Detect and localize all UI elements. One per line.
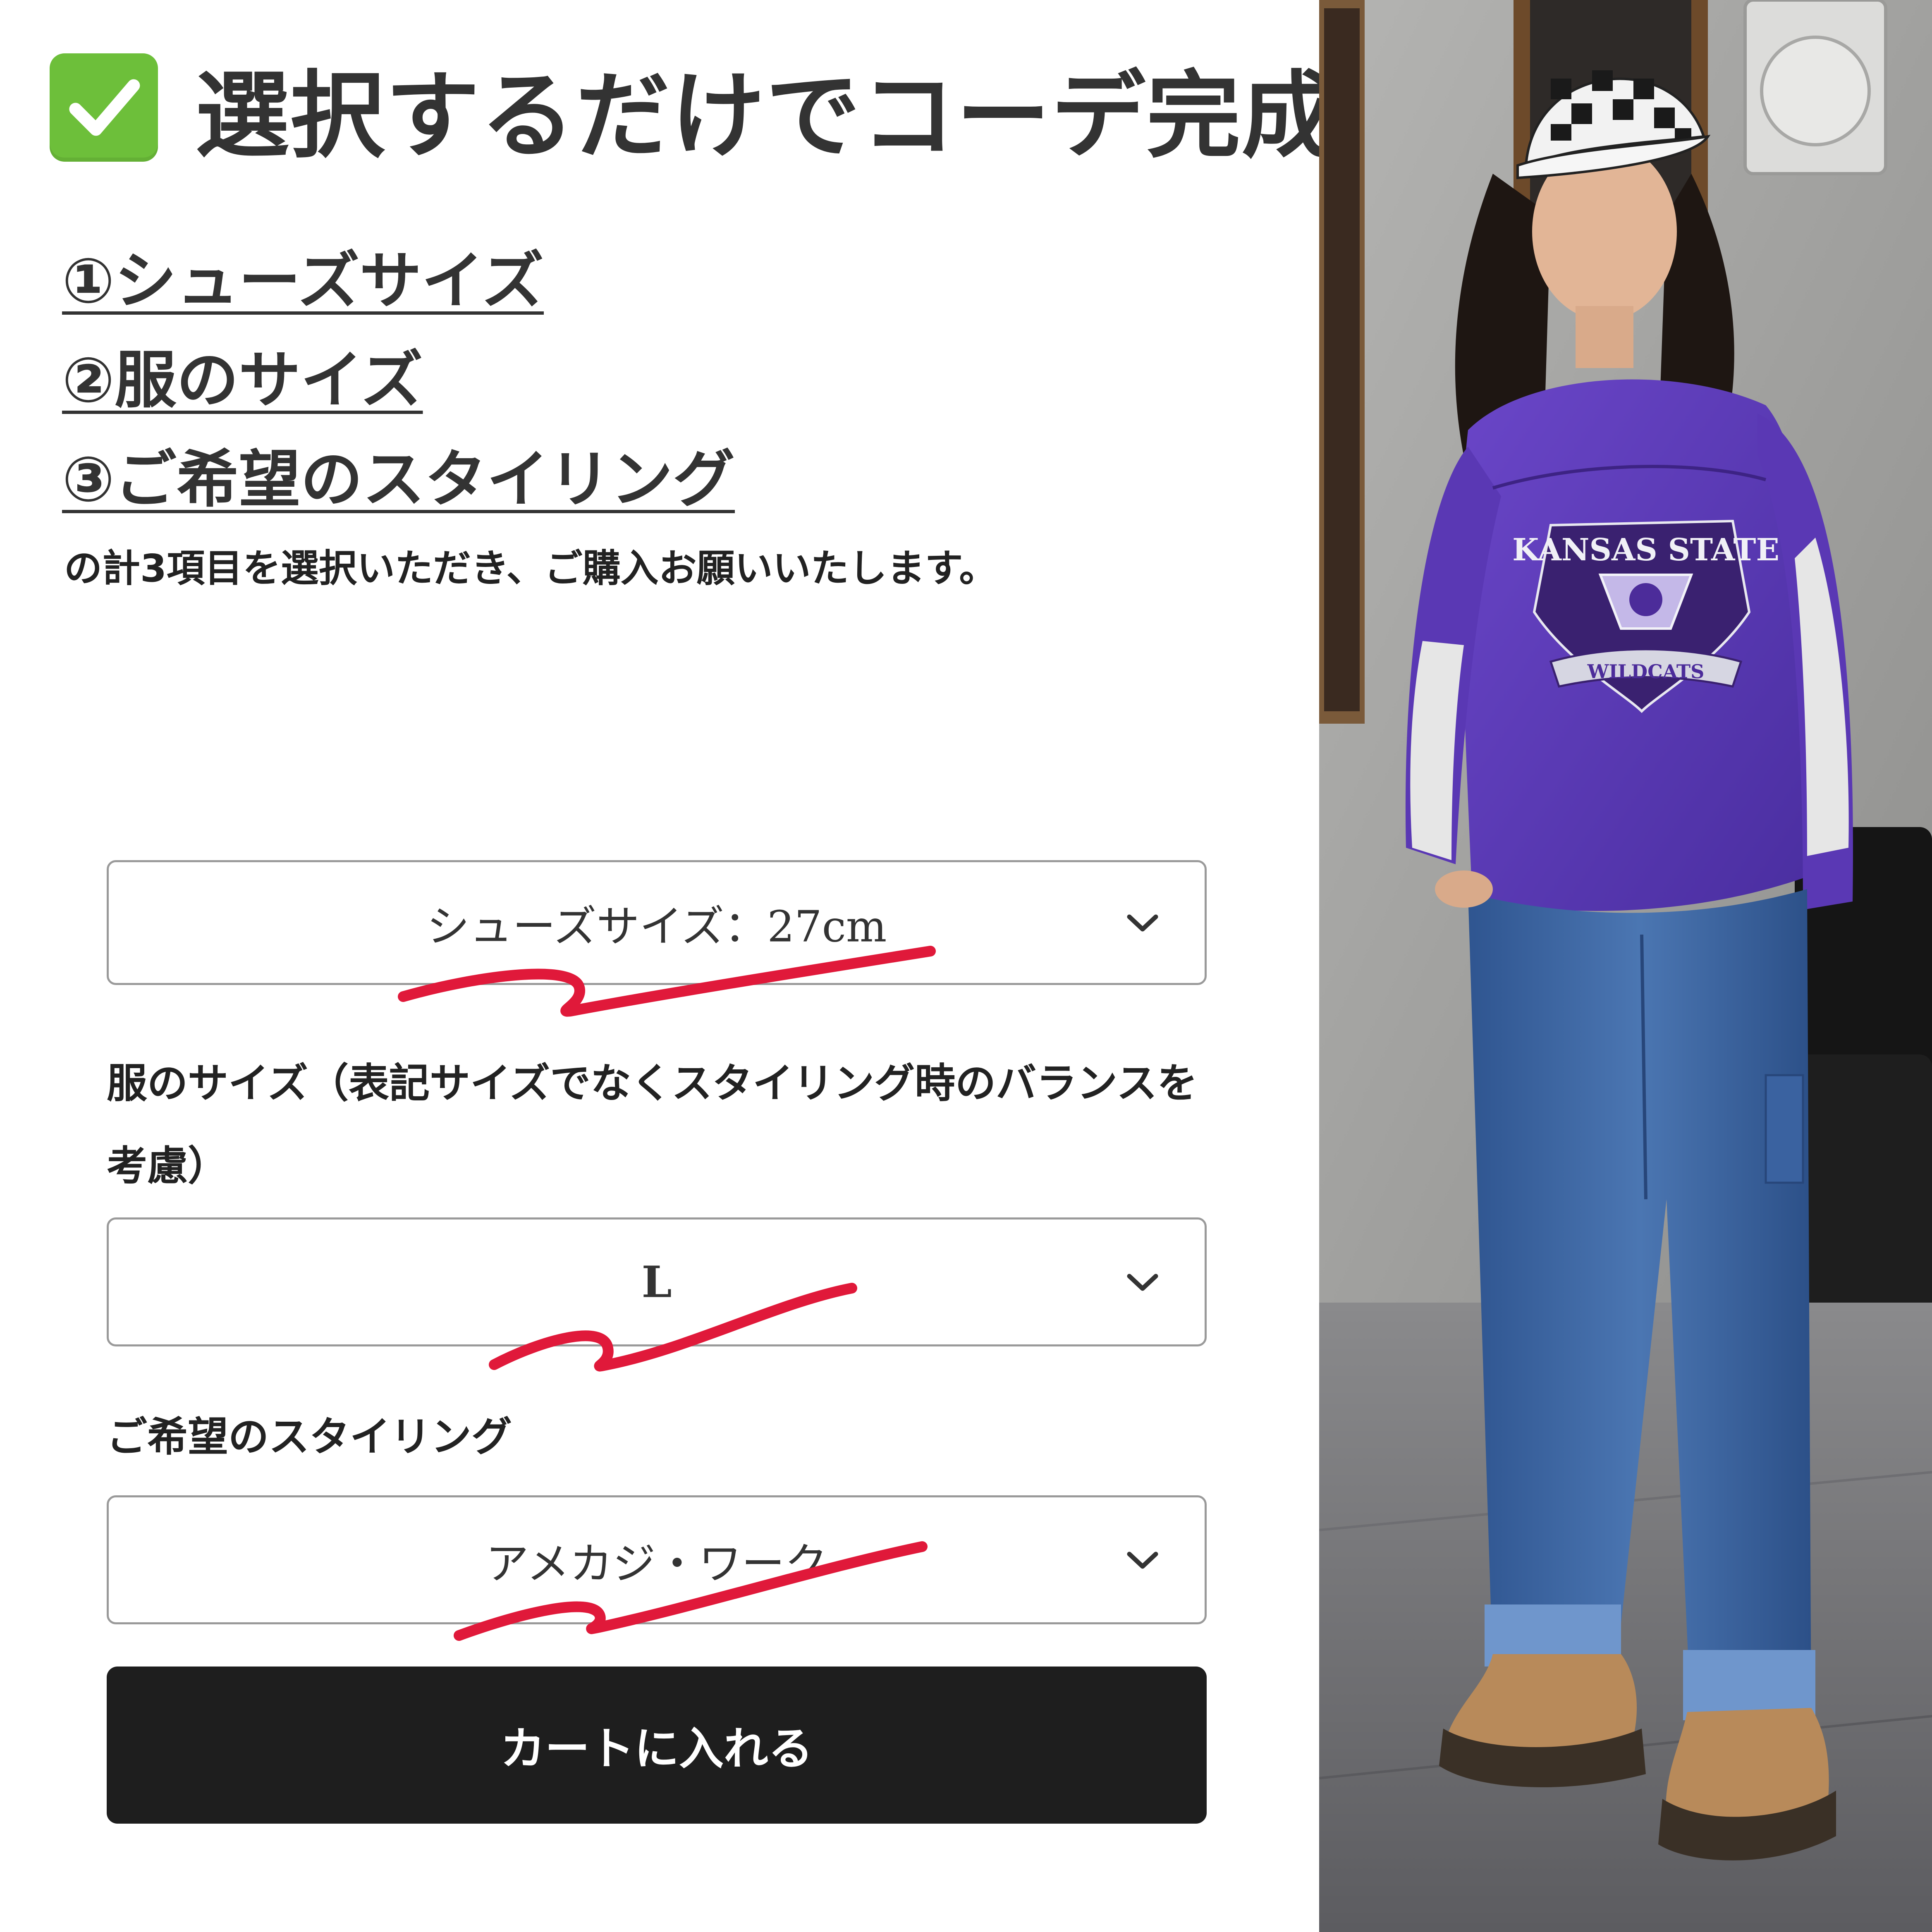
- shoe-size-value: シューズサイズ：27cm: [426, 901, 887, 952]
- clothing-size-label-line1: 服のサイズ（表記サイズでなくスタイリング時のバランスを: [107, 1060, 1198, 1107]
- model-photo-illustration: KANSAS STATE WILDCATS: [1319, 0, 1932, 1932]
- clothing-size-value: L: [641, 1256, 672, 1308]
- clothing-size-select[interactable]: L: [107, 1217, 1207, 1346]
- product-option-panel: 選択するだけでコーデ完成！ ①シューズサイズ ②服のサイズ ③ご希望のスタイリン…: [0, 0, 1431, 1932]
- instruction-note: の計3項目を選択いただき、ご購入お願いいたします。: [64, 546, 997, 591]
- chevron-down-icon: [1127, 1552, 1158, 1569]
- chevron-down-icon: [1127, 914, 1158, 932]
- steps-list: ①シューズサイズ ②服のサイズ ③ご希望のスタイリング: [62, 232, 735, 529]
- step-styling: ③ご希望のスタイリング: [62, 444, 735, 516]
- shoe-size-select[interactable]: シューズサイズ：27cm: [107, 860, 1207, 985]
- chevron-down-icon: [1127, 1274, 1158, 1291]
- step-clothing-size: ②服のサイズ: [62, 344, 423, 416]
- headline-text: 選択するだけでコーデ完成！: [195, 61, 1432, 171]
- styling-label: ご希望のスタイリング: [107, 1413, 512, 1461]
- styling-select[interactable]: アメカジ・ワーク: [107, 1495, 1207, 1624]
- headline: 選択するだけでコーデ完成！: [50, 45, 1432, 171]
- clothing-size-label-line2: 考慮）: [107, 1143, 229, 1190]
- styling-value: アメカジ・ワーク: [485, 1538, 828, 1589]
- clothing-size-label: 服のサイズ（表記サイズでなくスタイリング時のバランスを 考慮）: [107, 1042, 1198, 1208]
- sweatshirt-text-top: KANSAS STATE: [1512, 532, 1779, 568]
- model-photo: KANSAS STATE WILDCATS: [1319, 0, 1932, 1932]
- step-shoe-size: ①シューズサイズ: [62, 245, 544, 317]
- checkmark-icon: [50, 53, 158, 162]
- add-to-cart-button[interactable]: カートに入れる: [107, 1667, 1207, 1824]
- sweatshirt-text-banner: WILDCATS: [1587, 660, 1705, 683]
